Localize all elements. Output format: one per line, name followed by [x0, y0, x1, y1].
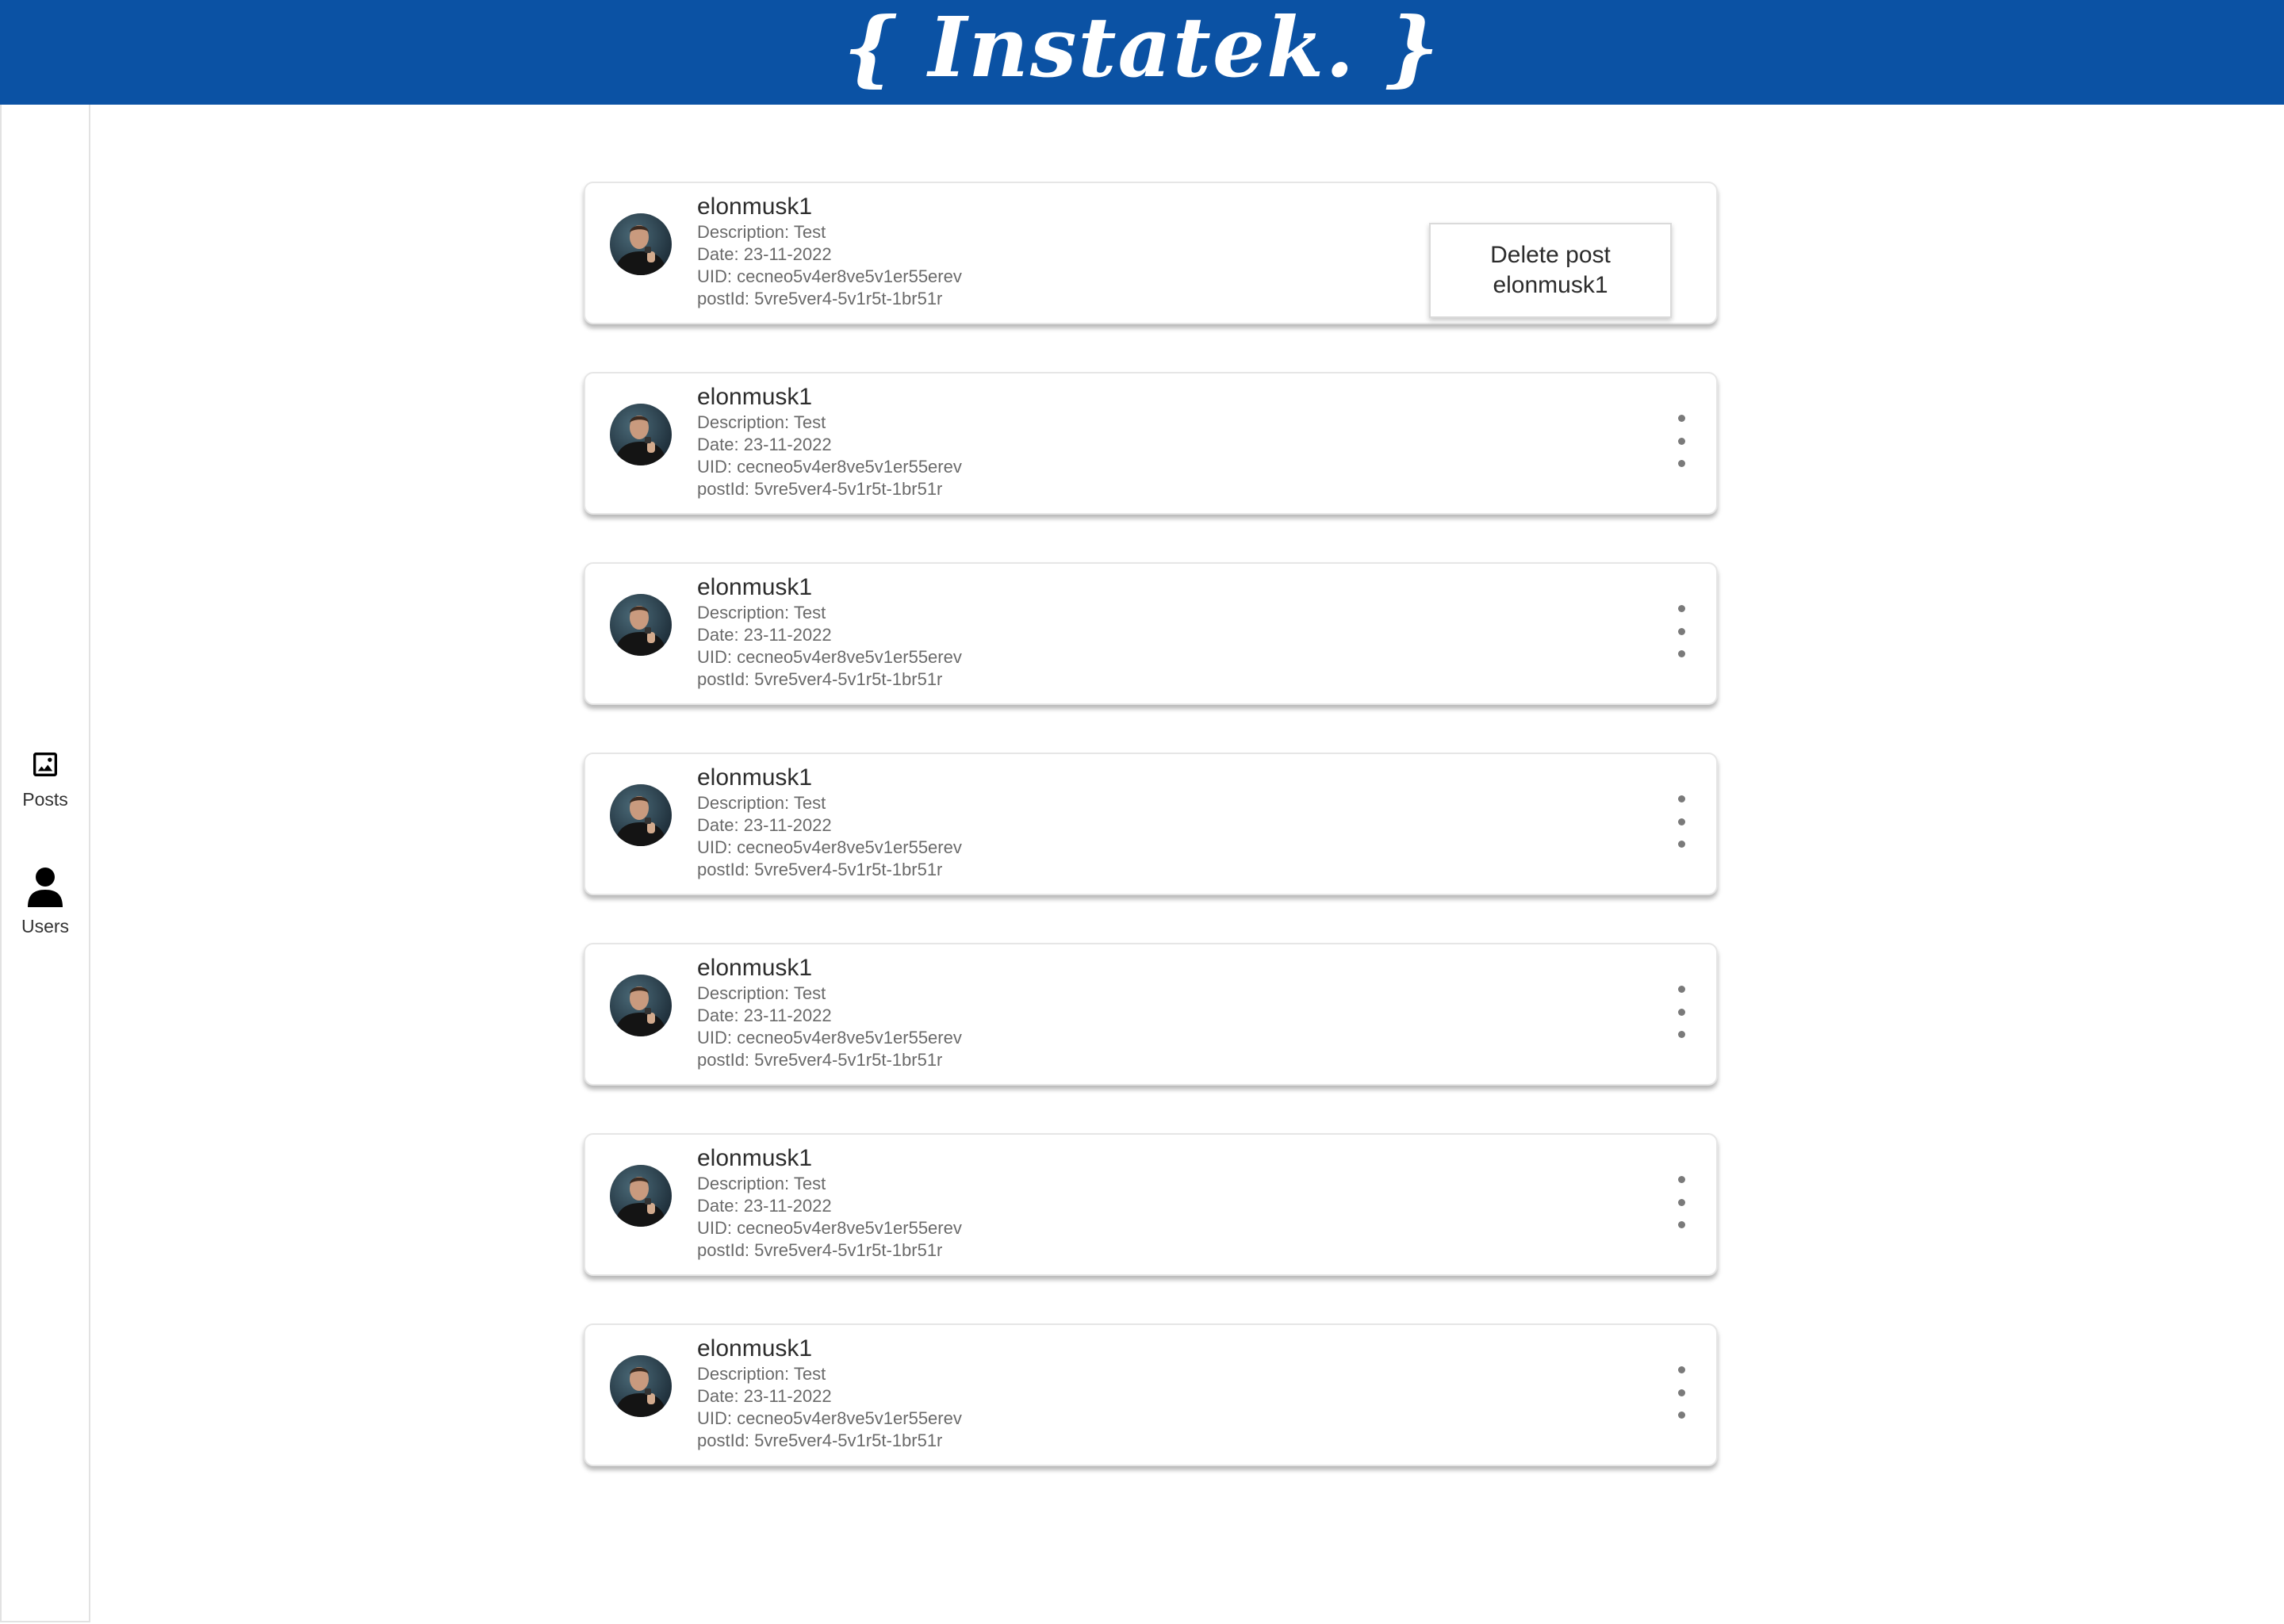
avatar [610, 404, 672, 465]
post-description: Description: Test [697, 603, 826, 622]
post-description: Description: Test [697, 412, 826, 432]
more-vert-icon [1677, 795, 1685, 802]
more-options-button[interactable] [1670, 986, 1692, 1038]
avatar [610, 1355, 672, 1417]
post-uid: UID: cecneo5v4er8ve5v1er55erev [697, 457, 962, 477]
post-username[interactable]: elonmusk1 [697, 573, 962, 602]
post-info: elonmusk1 Description: Test Date: 23-11-… [697, 573, 962, 691]
image-icon [29, 749, 61, 784]
sidebar-item-users[interactable]: Users [2, 866, 89, 937]
post-uid: UID: cecneo5v4er8ve5v1er55erev [697, 1028, 962, 1048]
post-username[interactable]: elonmusk1 [697, 1144, 962, 1173]
post-id: postId: 5vre5ver4-5v1r5t-1br51r [697, 1431, 943, 1450]
post-username[interactable]: elonmusk1 [697, 764, 962, 792]
post-username[interactable]: elonmusk1 [697, 1335, 962, 1363]
post-description: Description: Test [697, 983, 826, 1003]
post-uid: UID: cecneo5v4er8ve5v1er55erev [697, 647, 962, 667]
post-info: elonmusk1 Description: Test Date: 23-11-… [697, 383, 962, 500]
delete-post-label: Delete post elonmusk1 [1490, 242, 1611, 298]
post-uid: UID: cecneo5v4er8ve5v1er55erev [697, 266, 962, 286]
post-info: elonmusk1 Description: Test Date: 23-11-… [697, 193, 962, 310]
avatar [610, 213, 672, 275]
post-username[interactable]: elonmusk1 [697, 193, 962, 221]
avatar [610, 1165, 672, 1227]
more-options-button[interactable] [1670, 415, 1692, 467]
more-vert-icon [1677, 986, 1685, 993]
sidebar-item-posts[interactable]: Posts [2, 749, 89, 810]
post-card: elonmusk1 Description: Test Date: 23-11-… [584, 1133, 1718, 1276]
more-vert-icon [1677, 1366, 1685, 1373]
person-icon [28, 866, 63, 911]
post-uid: UID: cecneo5v4er8ve5v1er55erev [697, 1408, 962, 1428]
post-description: Description: Test [697, 1364, 826, 1384]
post-description: Description: Test [697, 793, 826, 813]
post-id: postId: 5vre5ver4-5v1r5t-1br51r [697, 1050, 943, 1070]
post-card: elonmusk1 Description: Test Date: 23-11-… [584, 1323, 1718, 1466]
post-info: elonmusk1 Description: Test Date: 23-11-… [697, 954, 962, 1071]
post-date: Date: 23-11-2022 [697, 244, 832, 264]
post-info: elonmusk1 Description: Test Date: 23-11-… [697, 1335, 962, 1452]
app-logo[interactable]: { Instatek. } [844, 6, 1441, 89]
post-username[interactable]: elonmusk1 [697, 383, 962, 412]
sidebar-item-label: Posts [22, 789, 68, 810]
post-uid: UID: cecneo5v4er8ve5v1er55erev [697, 837, 962, 857]
app-header: { Instatek. } [0, 0, 2284, 105]
post-card: elonmusk1 Description: Test Date: 23-11-… [584, 372, 1718, 515]
avatar [610, 784, 672, 846]
post-description: Description: Test [697, 1174, 826, 1193]
post-id: postId: 5vre5ver4-5v1r5t-1br51r [697, 669, 943, 689]
post-date: Date: 23-11-2022 [697, 625, 832, 645]
more-options-button[interactable] [1670, 1366, 1692, 1419]
post-date: Date: 23-11-2022 [697, 815, 832, 835]
post-date: Date: 23-11-2022 [697, 1196, 832, 1216]
more-options-button[interactable] [1670, 605, 1692, 657]
more-vert-icon [1677, 1176, 1685, 1183]
delete-post-menu-item[interactable]: Delete post elonmusk1 [1429, 223, 1672, 318]
posts-feed: elonmusk1 Description: Test Date: 23-11-… [584, 182, 1718, 1514]
avatar [610, 594, 672, 656]
avatar [610, 975, 672, 1036]
post-card: elonmusk1 Description: Test Date: 23-11-… [584, 182, 1718, 324]
post-info: elonmusk1 Description: Test Date: 23-11-… [697, 764, 962, 881]
more-vert-icon [1677, 415, 1685, 422]
post-date: Date: 23-11-2022 [697, 1005, 832, 1025]
more-options-button[interactable] [1670, 1176, 1692, 1228]
post-id: postId: 5vre5ver4-5v1r5t-1br51r [697, 1240, 943, 1260]
post-date: Date: 23-11-2022 [697, 1386, 832, 1406]
sidebar-item-label: Users [21, 916, 70, 936]
post-id: postId: 5vre5ver4-5v1r5t-1br51r [697, 479, 943, 499]
post-uid: UID: cecneo5v4er8ve5v1er55erev [697, 1218, 962, 1238]
more-options-button[interactable] [1670, 795, 1692, 848]
post-id: postId: 5vre5ver4-5v1r5t-1br51r [697, 289, 943, 308]
post-card: elonmusk1 Description: Test Date: 23-11-… [584, 943, 1718, 1086]
post-date: Date: 23-11-2022 [697, 435, 832, 454]
post-id: postId: 5vre5ver4-5v1r5t-1br51r [697, 860, 943, 879]
more-vert-icon [1677, 605, 1685, 612]
post-username[interactable]: elonmusk1 [697, 954, 962, 982]
post-card: elonmusk1 Description: Test Date: 23-11-… [584, 753, 1718, 895]
post-description: Description: Test [697, 222, 826, 242]
sidebar: Posts Users [0, 105, 90, 1622]
post-card: elonmusk1 Description: Test Date: 23-11-… [584, 562, 1718, 705]
post-info: elonmusk1 Description: Test Date: 23-11-… [697, 1144, 962, 1262]
